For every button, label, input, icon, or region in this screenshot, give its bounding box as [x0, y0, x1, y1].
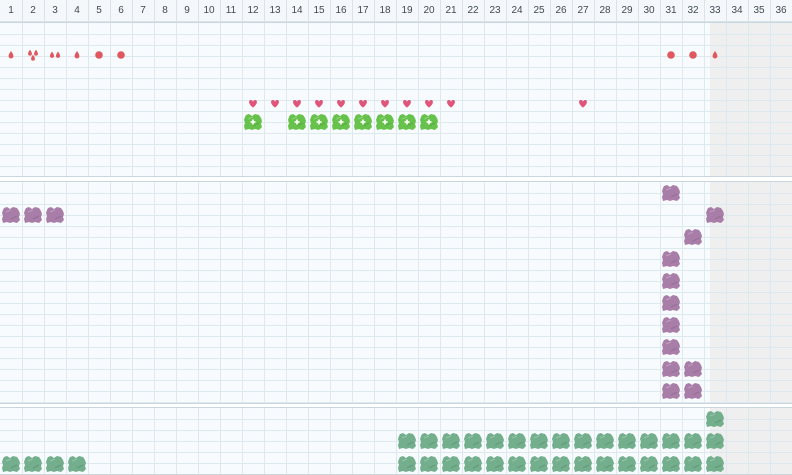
block-icon: [398, 456, 416, 472]
block-icon: [684, 433, 702, 449]
block-icon: [662, 273, 680, 289]
block-icon: [464, 456, 482, 472]
column-label: 5: [96, 5, 102, 16]
purple-blocks-grid: [0, 182, 792, 403]
block-icon: [684, 229, 702, 245]
dot-icon: [95, 51, 103, 59]
block-icon: [486, 433, 504, 449]
block-icon: [464, 433, 482, 449]
column-label: 4: [74, 5, 80, 16]
column-label: 36: [775, 5, 787, 16]
column-label: 23: [489, 5, 501, 16]
block-icon: [398, 433, 416, 449]
column-label: 7: [140, 5, 146, 16]
block-icon: [24, 456, 42, 472]
block-icon: [68, 456, 86, 472]
block-icon: [574, 456, 592, 472]
column-label: 21: [445, 5, 457, 16]
block-icon: [662, 185, 680, 201]
panel-purple-blocks: [0, 181, 792, 404]
column-label: 17: [357, 5, 369, 16]
block-icon: [662, 456, 680, 472]
column-label: 9: [184, 5, 190, 16]
block-icon: [640, 433, 658, 449]
block-icon: [684, 383, 702, 399]
teal-blocks-grid: [0, 408, 792, 474]
block-icon: [2, 456, 20, 472]
column-label: 26: [555, 5, 567, 16]
column-label: 15: [313, 5, 325, 16]
column-label: 8: [162, 5, 168, 16]
column-label: 16: [335, 5, 347, 16]
block-icon: [508, 456, 526, 472]
dot-icon: [117, 51, 125, 59]
block-icon: [420, 456, 438, 472]
panel-markers: [0, 22, 792, 177]
column-label: 25: [533, 5, 545, 16]
block-icon: [706, 433, 724, 449]
block-icon: [574, 433, 592, 449]
block-icon: [662, 383, 680, 399]
column-label: 3: [52, 5, 58, 16]
column-label: 11: [225, 5, 237, 16]
column-header: 1 2 3 4 5 6 7 8 9 10 11 12 13 14 15 16 17 18 19 20 21 22 23 24 2…: [0, 0, 792, 22]
block-icon: [662, 433, 680, 449]
block-icon: [662, 295, 680, 311]
block-icon: [530, 456, 548, 472]
block-icon: [442, 433, 460, 449]
block-icon: [662, 317, 680, 333]
column-label: 35: [753, 5, 765, 16]
block-icon: [530, 433, 548, 449]
column-label: 29: [621, 5, 633, 16]
block-icon: [2, 207, 20, 223]
block-icon: [508, 433, 526, 449]
block-icon: [662, 361, 680, 377]
dot-icon: [689, 51, 697, 59]
block-icon: [662, 251, 680, 267]
block-icon: [420, 433, 438, 449]
block-icon: [596, 433, 614, 449]
column-label: 19: [401, 5, 413, 16]
column-label: 1: [8, 5, 14, 16]
column-label: 33: [709, 5, 721, 16]
block-icon: [662, 339, 680, 355]
column-label: 34: [731, 5, 743, 16]
block-icon: [442, 456, 460, 472]
column-label: 2: [30, 5, 36, 16]
column-label: 28: [599, 5, 611, 16]
block-icon: [618, 456, 636, 472]
column-label: 14: [291, 5, 303, 16]
block-icon: [706, 207, 724, 223]
block-icon: [706, 456, 724, 472]
column-label: 22: [467, 5, 479, 16]
column-label: 13: [269, 5, 281, 16]
panel-teal-blocks: [0, 407, 792, 475]
block-icon: [486, 456, 504, 472]
markers-grid: [0, 23, 792, 176]
timeline-grid-app: 1 2 3 4 5 6 7 8 9 10 11 12 13 14 15 16 17 18 19 20 21 22 23 24 2…: [0, 0, 792, 475]
column-label: 32: [687, 5, 699, 16]
block-icon: [596, 456, 614, 472]
block-icon: [684, 456, 702, 472]
block-icon: [618, 433, 636, 449]
column-label: 12: [247, 5, 259, 16]
column-label: 20: [423, 5, 435, 16]
block-icon: [706, 411, 724, 427]
column-label: 31: [665, 5, 677, 16]
column-label: 6: [118, 5, 124, 16]
block-icon: [46, 456, 64, 472]
column-label: 24: [511, 5, 523, 16]
block-icon: [552, 456, 570, 472]
block-icon: [24, 207, 42, 223]
block-icon: [46, 207, 64, 223]
block-icon: [684, 361, 702, 377]
column-label: 18: [379, 5, 391, 16]
block-icon: [552, 433, 570, 449]
column-label: 30: [643, 5, 655, 16]
block-icon: [640, 456, 658, 472]
column-label: 10: [203, 5, 215, 16]
column-label: 27: [577, 5, 589, 16]
dot-icon: [667, 51, 675, 59]
